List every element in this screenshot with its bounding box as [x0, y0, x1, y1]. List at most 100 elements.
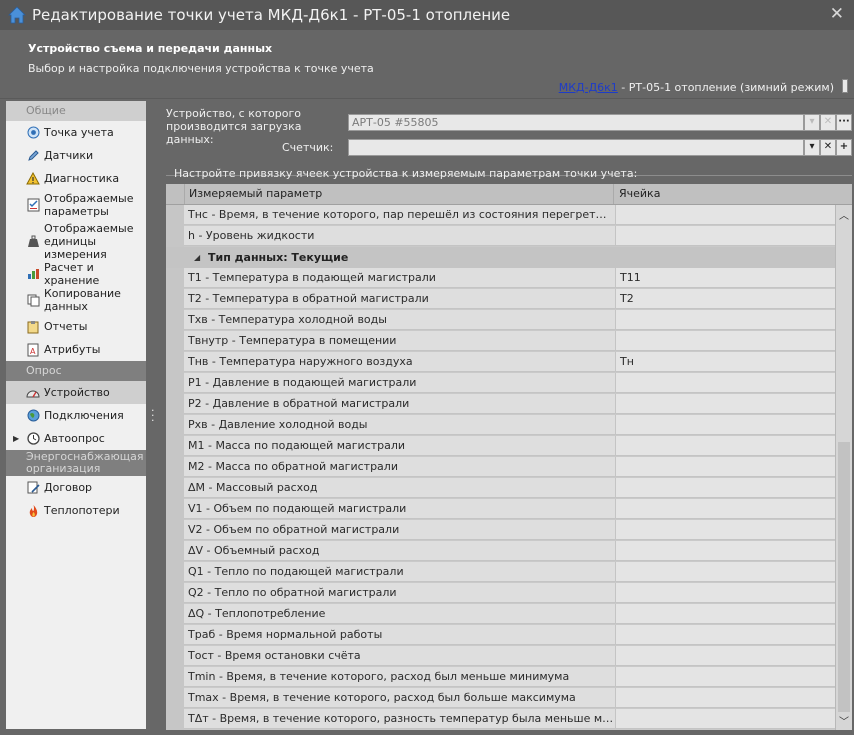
cell-value[interactable]	[615, 310, 835, 330]
expand-arrow-icon[interactable]: ▶	[13, 434, 19, 443]
table-row[interactable]: Pхв - Давление холодной воды	[166, 415, 835, 436]
table-row[interactable]: T2 - Температура в обратной магистрали T2	[166, 289, 835, 310]
sidebar-item-connections[interactable]: Подключения	[6, 404, 146, 427]
counter-select[interactable]	[348, 139, 804, 156]
column-header-param[interactable]: Измеряемый параметр	[184, 184, 614, 204]
row-indicator	[166, 415, 184, 436]
sidebar-item-calc-storage[interactable]: Расчет и хранение	[6, 261, 146, 287]
sidebar-item-diagnostics[interactable]: Диагностика	[6, 167, 146, 190]
sidebar-group-general[interactable]: Общие	[6, 101, 146, 121]
table-row[interactable]: Тнв - Температура наружного воздуха Тн	[166, 352, 835, 373]
table-row[interactable]: P1 - Давление в подающей магистрали	[166, 373, 835, 394]
table-row[interactable]: M1 - Масса по подающей магистрали	[166, 436, 835, 457]
sidebar-item-reports[interactable]: Отчеты	[6, 315, 146, 338]
table-row[interactable]: V1 - Объем по подающей магистрали	[166, 499, 835, 520]
sidebar-item-attributes[interactable]: A Атрибуты	[6, 338, 146, 361]
sidebar-item-displayed-params[interactable]: Отображаемые параметры	[6, 190, 146, 220]
cell-value[interactable]	[615, 205, 835, 225]
collapse-arrow-icon[interactable]: ◢	[194, 247, 200, 268]
cell-value[interactable]	[615, 457, 835, 477]
vertical-scrollbar[interactable]: ︿ ﹀	[835, 205, 852, 730]
table-row[interactable]: Tmin - Время, в течение которого, расход…	[166, 667, 835, 688]
cell-value[interactable]: T2	[615, 289, 835, 309]
cell-value[interactable]	[615, 541, 835, 561]
sidebar-item-contract[interactable]: Договор	[6, 476, 146, 499]
breadcrumb-link[interactable]: МКД-Д6к1	[559, 81, 618, 94]
sidebar-item-displayed-units[interactable]: Отображаемые единицы измерения	[6, 220, 146, 262]
table-row[interactable]: Tmax - Время, в течение которого, расход…	[166, 688, 835, 709]
table-row[interactable]: Q1 - Тепло по подающей магистрали	[166, 562, 835, 583]
sidebar-item-sensors[interactable]: Датчики	[6, 144, 146, 167]
table-row[interactable]: M2 - Масса по обратной магистрали	[166, 457, 835, 478]
cell-value[interactable]: T11	[615, 268, 835, 288]
cell-value[interactable]: Тн	[615, 352, 835, 372]
clock-icon	[26, 432, 40, 446]
row-indicator	[166, 436, 184, 457]
page-subtitle: Выбор и настройка подключения устройства…	[28, 62, 374, 75]
breadcrumb: МКД-Д6к1 - РТ-05-1 отопление (зимний реж…	[559, 81, 834, 94]
cell-value[interactable]	[615, 625, 835, 645]
cell-value[interactable]	[615, 478, 835, 498]
cell-value[interactable]	[615, 373, 835, 393]
device-clear-icon[interactable]: ✕	[820, 114, 836, 131]
sidebar-item-heat-losses[interactable]: Теплопотери	[6, 499, 146, 522]
cell-value[interactable]	[615, 499, 835, 519]
table-row[interactable]: Тхв - Температура холодной воды	[166, 310, 835, 331]
cell-value[interactable]	[615, 688, 835, 708]
row-indicator	[166, 667, 184, 688]
sidebar-group-polling[interactable]: Опрос	[6, 361, 146, 381]
cell-value[interactable]	[615, 394, 835, 414]
table-row[interactable]: ΔQ - Теплопотребление	[166, 604, 835, 625]
title-bar: Редактирование точки учета МКД-Д6к1 - РТ…	[0, 0, 854, 30]
cell-value[interactable]	[615, 667, 835, 687]
document-icon: A	[26, 343, 40, 357]
scroll-thumb[interactable]	[838, 442, 850, 712]
device-dropdown-icon[interactable]: ▾	[804, 114, 820, 131]
device-select[interactable]: АРТ-05 #55805	[348, 114, 804, 131]
close-icon[interactable]: ✕	[830, 4, 844, 24]
counter-add-button[interactable]: +	[836, 139, 852, 156]
table-row[interactable]: T1 - Температура в подающей магистрали T1…	[166, 268, 835, 289]
sidebar-item-device[interactable]: Устройство	[6, 381, 146, 404]
table-row[interactable]: TΔт - Время, в течение которого, разност…	[166, 709, 835, 730]
page-header: Устройство съема и передачи данных Выбор…	[0, 30, 854, 99]
device-more-button[interactable]: ···	[836, 114, 852, 131]
column-header-cell[interactable]: Ячейка	[615, 184, 835, 204]
binding-title: Настройте привязку ячеек устройства к из…	[174, 167, 638, 180]
scroll-down-icon[interactable]: ﹀	[839, 713, 849, 728]
table-row[interactable]: ΔM - Массовый расход	[166, 478, 835, 499]
table-row[interactable]: V2 - Объем по обратной магистрали	[166, 520, 835, 541]
cell-value[interactable]	[615, 331, 835, 351]
sidebar-item-label: Атрибуты	[44, 343, 101, 356]
cell-value[interactable]	[615, 709, 835, 729]
cell-value[interactable]	[615, 436, 835, 456]
table-row[interactable]: Твнутр - Температура в помещении	[166, 331, 835, 352]
sidebar-item-metering-point[interactable]: Точка учета	[6, 121, 146, 144]
window-title: Редактирование точки учета МКД-Д6к1 - РТ…	[32, 6, 511, 24]
sidebar-item-copy-data[interactable]: Копирование данных	[6, 285, 146, 315]
table-row[interactable]: Траб - Время нормальной работы	[166, 625, 835, 646]
table-row[interactable]: Тнс - Время, в течение которого, пар пер…	[166, 205, 835, 226]
scroll-up-icon[interactable]: ︿	[839, 207, 849, 222]
counter-dropdown-icon[interactable]: ▾	[804, 139, 820, 156]
sidebar-item-autopoll[interactable]: ▶ Автоопрос	[6, 427, 146, 450]
panel-splitter[interactable]: · · ·	[151, 405, 155, 426]
globe-icon	[26, 409, 40, 423]
param-cell: V1 - Объем по подающей магистрали	[184, 499, 615, 519]
cell-value[interactable]	[615, 226, 835, 246]
cell-value[interactable]	[615, 583, 835, 603]
cell-value[interactable]	[615, 646, 835, 666]
cell-value[interactable]	[615, 604, 835, 624]
group-row[interactable]: ◢ Тип данных: Текущие	[166, 247, 835, 268]
sidebar-group-energy-supplier[interactable]: Энергоснабжающая организация	[6, 450, 146, 476]
counter-clear-icon[interactable]: ✕	[820, 139, 836, 156]
group-label: Тип данных: Текущие	[208, 251, 349, 264]
cell-value[interactable]	[615, 415, 835, 435]
table-row[interactable]: Q2 - Тепло по обратной магистрали	[166, 583, 835, 604]
table-row[interactable]: Тост - Время остановки счёта	[166, 646, 835, 667]
cell-value[interactable]	[615, 562, 835, 582]
table-row[interactable]: P2 - Давление в обратной магистрали	[166, 394, 835, 415]
table-row[interactable]: ΔV - Объемный расход	[166, 541, 835, 562]
cell-value[interactable]	[615, 520, 835, 540]
table-row[interactable]: h - Уровень жидкости	[166, 226, 835, 247]
